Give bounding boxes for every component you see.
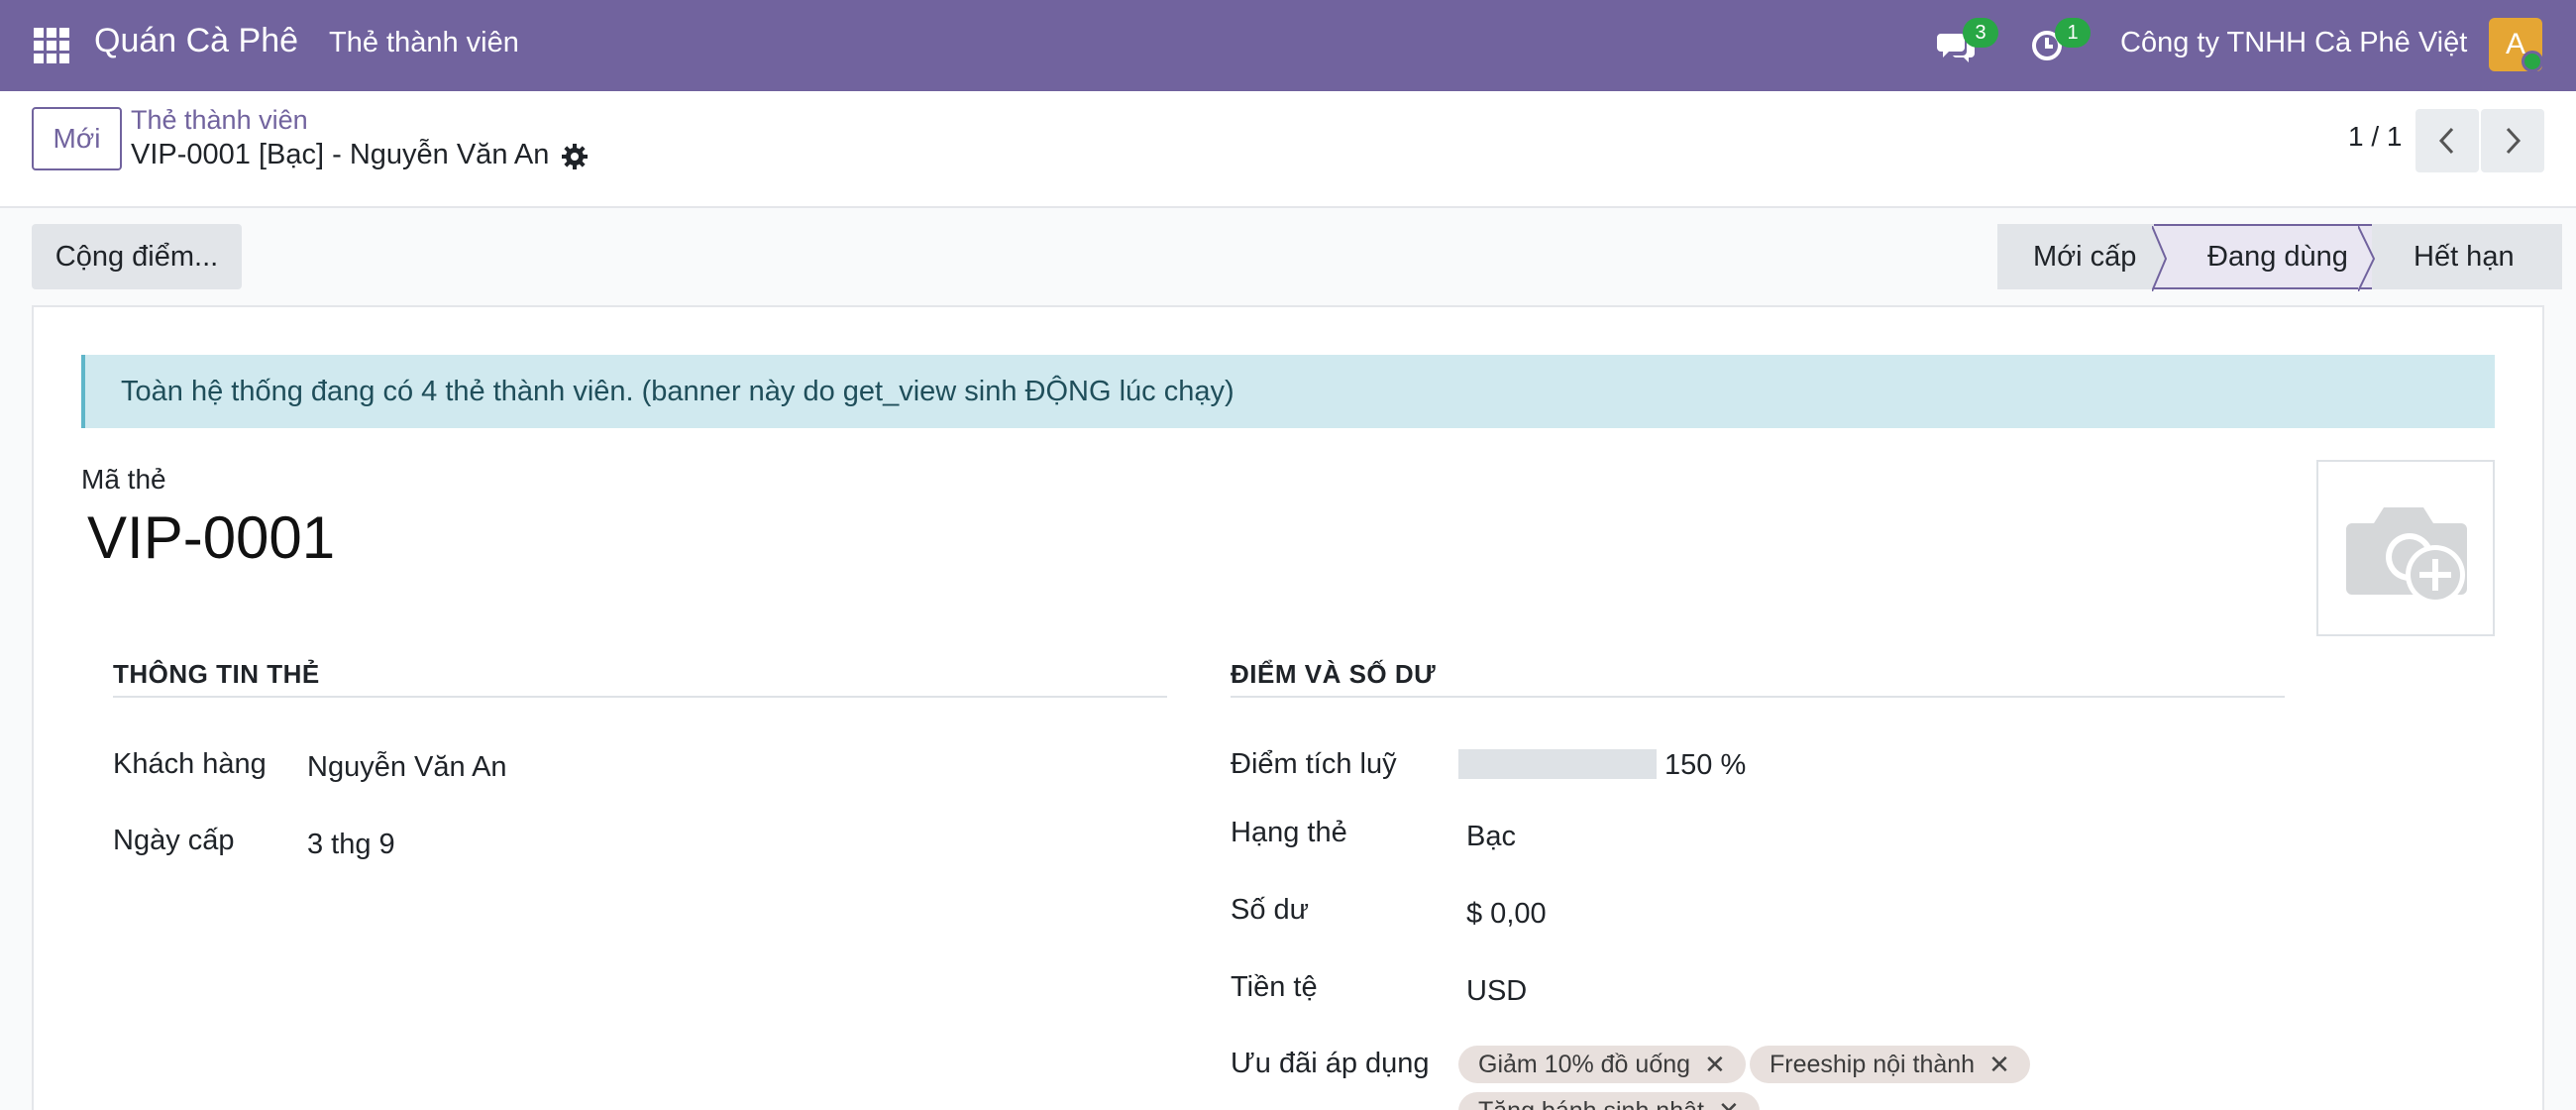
section-title-card-info: THÔNG TIN THẺ	[113, 659, 320, 689]
stage-new[interactable]: Mới cấp	[1997, 224, 2154, 289]
card-code-field[interactable]: VIP-0001	[87, 503, 335, 572]
points-progress-text: 150 %	[1664, 749, 1747, 781]
balance-field[interactable]: $ 0,00	[1466, 898, 1547, 931]
messages-button[interactable]: 3	[1937, 18, 1998, 69]
issue-date-field[interactable]: 3 thg 9	[307, 829, 395, 861]
top-navbar: Quán Cà Phê Thẻ thành viên 3 1 Công ty T…	[0, 0, 2576, 91]
activities-button[interactable]: 1	[2029, 18, 2091, 69]
pager-value[interactable]: 1 / 1	[2348, 121, 2402, 153]
section-divider	[1231, 696, 2285, 698]
chevron-left-icon	[2438, 127, 2454, 155]
section-title-points-balance: ĐIỂM VÀ SỐ DƯ	[1231, 659, 1437, 689]
chevron-right-icon	[2506, 127, 2522, 155]
balance-label: Số dư	[1231, 894, 1310, 926]
currency-field[interactable]: USD	[1466, 975, 1527, 1008]
stage-label: Mới cấp	[2033, 240, 2137, 273]
customer-label: Khách hàng	[113, 748, 267, 780]
record-title: VIP-0001 [Bạc] - Nguyễn Văn An	[131, 139, 550, 170]
card-tier-field[interactable]: Bạc	[1466, 821, 1516, 853]
offer-tag: Freeship nội thành ✕	[1750, 1046, 2030, 1083]
stage-divider-right	[2358, 226, 2376, 291]
add-points-button[interactable]: Cộng điểm...	[32, 224, 242, 289]
app-name[interactable]: Quán Cà Phê	[94, 22, 298, 60]
remove-tag-icon[interactable]: ✕	[1988, 1050, 2010, 1080]
offer-tag-label: Giảm 10% đồ uống	[1478, 1050, 1691, 1078]
camera-plus-icon	[2346, 507, 2467, 605]
stage-label: Đang dùng	[2207, 240, 2348, 273]
image-upload[interactable]	[2316, 460, 2495, 636]
online-status-dot	[2522, 51, 2543, 72]
pager-previous-button[interactable]	[2415, 109, 2479, 172]
stage-active[interactable]: Đang dùng	[2152, 224, 2376, 291]
control-panel: Mới Thẻ thành viên VIP-0001 [Bạc] - Nguy…	[0, 91, 2576, 208]
info-banner: Toàn hệ thống đang có 4 thẻ thành viên. …	[81, 355, 2495, 428]
activities-count-badge: 1	[2055, 18, 2091, 48]
menu-item-membership-cards[interactable]: Thẻ thành viên	[329, 27, 519, 59]
offer-tag-label: Freeship nội thành	[1770, 1050, 1976, 1078]
card-code-label: Mã thẻ	[81, 464, 166, 495]
customer-field[interactable]: Nguyễn Văn An	[307, 751, 507, 784]
points-progress-bar	[1458, 749, 1657, 779]
offer-tag-label: Tặng bánh sinh nhật	[1478, 1097, 1704, 1110]
remove-tag-icon[interactable]: ✕	[1704, 1050, 1726, 1080]
pager-next-button[interactable]	[2481, 109, 2544, 172]
stage-divider-left	[2152, 226, 2168, 291]
apps-grid-icon[interactable]	[34, 28, 69, 63]
breadcrumb[interactable]: Thẻ thành viên	[131, 105, 308, 136]
offer-tag: Giảm 10% đồ uống ✕	[1458, 1046, 1746, 1083]
status-bar: Mới cấp Đang dùng Hết hạn	[1997, 224, 2562, 291]
gear-icon[interactable]	[561, 143, 589, 170]
offers-label: Ưu đãi áp dụng	[1231, 1048, 1430, 1079]
issue-date-label: Ngày cấp	[113, 825, 235, 856]
remove-tag-icon[interactable]: ✕	[1718, 1096, 1740, 1110]
offer-tag: Tặng bánh sinh nhật ✕	[1458, 1092, 1760, 1110]
points-label: Điểm tích luỹ	[1231, 748, 1397, 780]
messages-count-badge: 3	[1963, 18, 1998, 48]
new-record-button[interactable]: Mới	[32, 107, 122, 170]
stage-expired[interactable]: Hết hạn	[2372, 224, 2562, 289]
company-switcher[interactable]: Công ty TNHH Cà Phê Việt	[2120, 27, 2467, 59]
stage-label: Hết hạn	[2414, 240, 2515, 273]
section-divider	[113, 696, 1167, 698]
currency-label: Tiền tệ	[1231, 971, 1318, 1003]
card-tier-label: Hạng thẻ	[1231, 817, 1347, 848]
